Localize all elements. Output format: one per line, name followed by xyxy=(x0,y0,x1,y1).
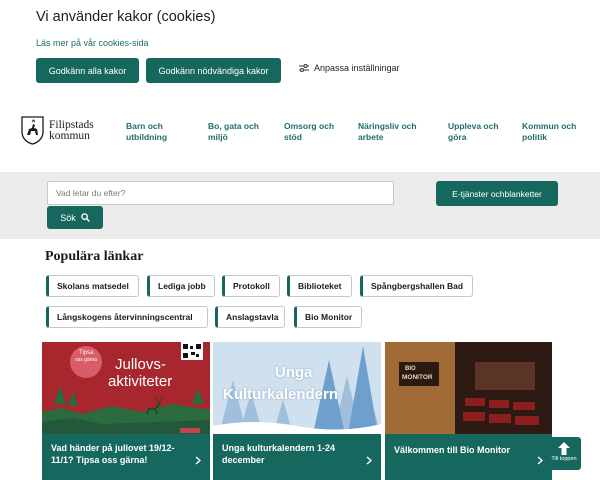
popular-link-bio-monitor[interactable]: Bio Monitor xyxy=(294,306,362,328)
back-to-top-label: Till toppen xyxy=(551,456,577,462)
card-title: Vad händer på jullovet 19/12-11/1? Tipsa… xyxy=(51,443,175,465)
winter-image-title-1: Unga xyxy=(275,364,313,381)
accept-necessary-cookies-button[interactable]: Godkänn nödvändiga kakor xyxy=(146,58,281,83)
arrow-up-icon xyxy=(558,442,570,455)
search-button[interactable]: Sök xyxy=(47,206,103,229)
nav-naringsliv-och-arbete[interactable]: Näringsliv och arbete xyxy=(358,121,417,143)
cookie-title: Vi använder kakor (cookies) xyxy=(36,9,216,25)
chevron-right-icon xyxy=(195,456,201,465)
jullov-image-title-1: Jullovs- xyxy=(115,356,166,373)
popular-link-matsedel[interactable]: Skolans matsedel xyxy=(46,275,139,297)
jullov-badge-2: oss gärna xyxy=(75,357,97,363)
search-icon xyxy=(80,213,90,222)
search-button-label: Sök xyxy=(60,212,76,223)
search-input[interactable] xyxy=(47,181,394,205)
nav-bo-gata-och-miljo[interactable]: Bo, gata och miljö xyxy=(208,121,259,143)
logo-line-1: Filipstads xyxy=(49,118,94,131)
sliders-icon xyxy=(299,64,309,72)
logo-line-2: kommun xyxy=(49,129,90,142)
nav-uppleva-och-gora[interactable]: Uppleva och göra xyxy=(448,121,499,143)
news-card-jullov[interactable]: Tipsa oss gärna Jullovs- aktiviteter Vad… xyxy=(42,342,210,480)
jullov-image-title-2: aktiviteter xyxy=(108,373,173,390)
popular-link-anslagstavla[interactable]: Anslagstavla xyxy=(215,306,285,328)
chevron-right-icon xyxy=(366,456,372,465)
news-card-unga-kulturkalendern[interactable]: Unga Kulturkalendern Unga kulturkalender… xyxy=(213,342,381,480)
chevron-right-icon xyxy=(537,456,543,465)
cinema-sign-1: BIO xyxy=(405,366,416,372)
card-title: Välkommen till Bio Monitor xyxy=(394,445,511,455)
e-services-button[interactable]: E-tjänster och blanketter xyxy=(436,181,558,206)
nav-omsorg-och-stod[interactable]: Omsorg och stöd xyxy=(284,121,334,143)
popular-link-atervinningscentral[interactable]: Långskogens återvinningscentral xyxy=(46,306,208,328)
cinema-image xyxy=(385,342,552,434)
popular-link-protokoll[interactable]: Protokoll xyxy=(222,275,280,297)
popular-link-lediga-jobb[interactable]: Lediga jobb xyxy=(147,275,215,297)
cookie-info-link[interactable]: Läs mer på vår cookies-sida xyxy=(36,38,149,48)
popular-link-spangbergshallen-bad[interactable]: Spångbergshallen Bad xyxy=(360,275,473,297)
popular-links-title: Populära länkar xyxy=(45,249,144,264)
back-to-top-button[interactable]: Till toppen xyxy=(547,437,581,470)
popular-link-biblioteket[interactable]: Biblioteket xyxy=(287,275,352,297)
news-card-bio-monitor[interactable]: BIO MONITOR Välkommen till Bio Monitor xyxy=(385,342,552,480)
cookie-banner: Vi använder kakor (cookies) Läs mer på v… xyxy=(0,0,600,100)
winter-image-title-2: Kulturkalendern xyxy=(223,386,339,403)
cinema-sign-2: MONITOR xyxy=(402,374,433,381)
coat-of-arms-icon xyxy=(21,116,44,145)
nav-barn-och-utbildning[interactable]: Barn och utbildning xyxy=(126,121,167,143)
customize-label: Anpassa inställningar xyxy=(314,63,400,73)
nav-kommun-och-politik[interactable]: Kommun och politik xyxy=(522,121,576,143)
jullov-badge-1: Tipsa xyxy=(79,350,94,356)
accept-all-cookies-button[interactable]: Godkänn alla kakor xyxy=(36,58,139,83)
site-logo[interactable]: Filipstads kommun xyxy=(21,116,94,145)
customize-settings-button[interactable]: Anpassa inställningar xyxy=(299,63,400,73)
card-title: Unga kulturkalendern 1-24 december xyxy=(222,443,336,465)
